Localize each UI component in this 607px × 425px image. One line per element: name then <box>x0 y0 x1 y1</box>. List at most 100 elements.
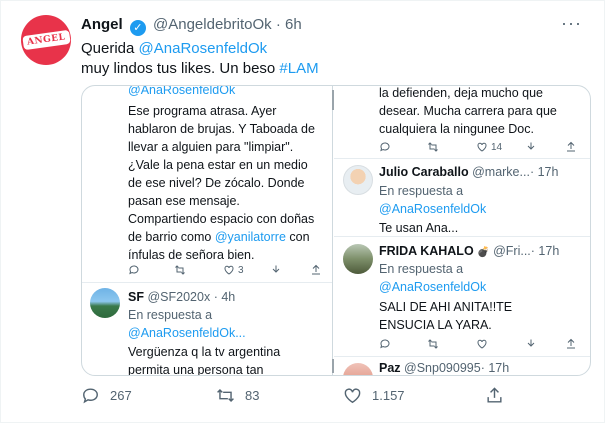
reply-line-with-mention: de barrio como @yanilatorre con <box>128 229 310 247</box>
sf-handle[interactable]: @SF2020x <box>147 290 210 304</box>
tweet-text-line2: muy lindos tus likes. Un beso <box>81 60 280 77</box>
julio-header: Julio Caraballo @marke...· 17h <box>379 164 558 182</box>
sf-mention[interactable]: @AnaRosenfeldOk... <box>128 325 246 343</box>
mini-download-icon[interactable] <box>525 338 537 350</box>
like-count: 1.157 <box>372 388 405 403</box>
share-icon <box>487 387 502 403</box>
reply-line: Ese programa atrasa. Ayer <box>128 104 277 118</box>
author-name[interactable]: Angel <box>81 16 123 33</box>
retweet-button[interactable]: 83 <box>216 386 259 405</box>
verified-badge-icon: ✓ <box>129 20 146 36</box>
sf-header: SF @SF2020x · 4h <box>128 289 235 307</box>
mini-reply-icon[interactable] <box>379 141 391 153</box>
reply-line-suffix: con <box>285 230 310 244</box>
reply-line: ¿Vale la pena estar en un medio <box>128 158 308 172</box>
mini-like-count: 14 <box>491 141 503 153</box>
reply-line: Compartiendo espacio con doñas <box>128 212 315 226</box>
tweet-header: Angel ✓ @AngeldebritoOk · 6h <box>81 16 302 36</box>
embedded-left-column: @AnaRosenfeldOk Ese programa atrasa. Aye… <box>82 86 332 375</box>
frida-mention[interactable]: @AnaRosenfeldOk <box>379 279 486 297</box>
mini-download-icon[interactable] <box>270 264 282 276</box>
frida-text-line: SALI DE AHI ANITA!!TE <box>379 300 513 314</box>
paz-avatar[interactable] <box>343 363 373 375</box>
right-top-line: desear. Mucha carrera para que <box>379 104 557 118</box>
mini-share-icon[interactable] <box>565 338 577 350</box>
right-separator <box>334 158 590 159</box>
mini-like-icon[interactable]: 3 <box>223 264 244 276</box>
embedded-screenshot[interactable]: @AnaRosenfeldOk Ese programa atrasa. Aye… <box>81 85 591 376</box>
retweet-icon <box>217 388 234 403</box>
mini-retweet-icon[interactable] <box>427 141 439 153</box>
julio-handle[interactable]: @marke... <box>472 165 530 179</box>
left-mini-actions: 3 <box>128 264 324 278</box>
reply-icon <box>83 388 98 404</box>
sf-text-line: Vergüenza q la tv argentina <box>128 345 281 359</box>
mini-share-icon[interactable] <box>565 141 577 153</box>
mini-reply-icon[interactable] <box>379 338 391 350</box>
left-top-mention[interactable]: @AnaRosenfeldOk <box>128 86 235 100</box>
reply-line: llevar a alguien para "limpiar". <box>128 140 294 154</box>
right-separator <box>334 236 590 237</box>
frida-header: FRIDA KAHALO 💣 @Fri...· 17h <box>379 243 559 262</box>
author-handle[interactable]: @AngeldebritoOk <box>153 16 272 33</box>
mini-reply-icon[interactable] <box>128 264 140 276</box>
tweet-mention-link[interactable]: @AnaRosenfeldOk <box>139 40 268 57</box>
heart-icon <box>344 388 361 404</box>
mini-like-icon[interactable]: 14 <box>476 141 502 153</box>
mini-download-icon[interactable] <box>525 141 537 153</box>
right-mini-actions: 14 <box>379 141 579 155</box>
julio-time: · 17h <box>529 165 559 179</box>
sf-in-reply: En respuesta a <box>128 308 213 322</box>
mini-share-icon[interactable] <box>310 264 322 276</box>
tweet-time[interactable]: 6h <box>285 16 302 33</box>
author-avatar-logo: ANGEL <box>21 29 71 51</box>
right-top-line: la defienden, deja mucho que <box>379 86 544 100</box>
frida-text-line: ENSUCIA LA YARA. <box>379 318 492 332</box>
retweet-count: 83 <box>245 388 260 403</box>
sf-avatar[interactable] <box>90 288 120 318</box>
sf-time: · 4h <box>213 290 236 304</box>
share-button[interactable] <box>485 386 504 405</box>
julio-text: Te usan Ana... <box>379 221 459 235</box>
sf-name[interactable]: SF <box>128 290 144 304</box>
column-divider <box>332 86 333 375</box>
tweet-text: Querida @AnaRosenfeldOk muy lindos tus l… <box>81 39 319 79</box>
frida-name[interactable]: FRIDA KAHALO <box>379 244 474 258</box>
tweet-actions: 267 83 1.157 <box>81 386 504 408</box>
julio-mention[interactable]: @AnaRosenfeldOk <box>379 201 486 219</box>
reply-line-text: de barrio como <box>128 230 215 244</box>
paz-name[interactable]: Paz <box>379 361 401 375</box>
left-separator <box>82 282 332 283</box>
reply-line: de ese nivel? De zócalo. Donde <box>128 176 305 190</box>
header-separator: · <box>275 16 281 33</box>
paz-time: · 17h <box>480 361 510 375</box>
reply-button[interactable]: 267 <box>81 386 132 405</box>
reply-line: ínfulas de señora bien. <box>128 248 255 262</box>
sf-text-line: permita una persona tan <box>128 363 264 375</box>
julio-in-reply: En respuesta a <box>379 184 464 198</box>
reply-count: 267 <box>110 388 132 403</box>
paz-header: Paz @Snp090995· 17h <box>379 360 509 375</box>
tweet-card: ANGEL Angel ✓ @AngeldebritoOk · 6h ··· Q… <box>0 0 605 423</box>
julio-avatar[interactable] <box>343 165 373 195</box>
frida-avatar[interactable] <box>343 244 373 274</box>
paz-handle[interactable]: @Snp090995 <box>404 361 481 375</box>
mini-retweet-icon[interactable] <box>174 264 186 276</box>
like-button[interactable]: 1.157 <box>343 386 405 405</box>
yanilatorre-mention[interactable]: @yanilatorre <box>215 230 286 244</box>
right-separator <box>334 356 590 357</box>
mini-retweet-icon[interactable] <box>427 338 439 350</box>
bomb-icon: 💣 <box>477 247 490 258</box>
more-icon[interactable]: ··· <box>561 13 582 34</box>
hashtag-link[interactable]: #LAM <box>279 60 318 77</box>
frida-handle[interactable]: @Fri... <box>493 244 531 258</box>
tweet-text-prefix: Querida <box>81 40 139 57</box>
reply-line: pasan ese mensaje. <box>128 194 240 208</box>
mini-like-icon[interactable] <box>476 338 488 350</box>
frida-in-reply: En respuesta a <box>379 262 464 276</box>
julio-name[interactable]: Julio Caraballo <box>379 165 469 179</box>
embedded-right-column: la defienden, deja mucho que desear. Muc… <box>334 86 590 375</box>
frida-mini-actions <box>379 338 579 352</box>
author-avatar[interactable]: ANGEL <box>21 15 71 65</box>
frida-time: · 17h <box>530 244 560 258</box>
